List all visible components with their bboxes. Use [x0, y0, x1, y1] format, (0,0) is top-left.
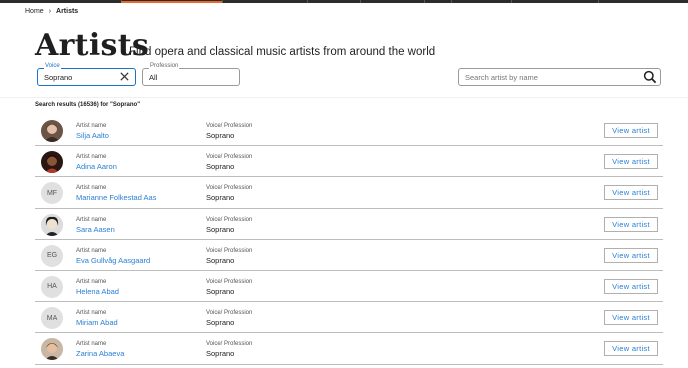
- profession-filter-field[interactable]: Profession All: [142, 63, 240, 86]
- nav-active-indicator: [121, 1, 222, 3]
- nav-separator: [360, 0, 361, 3]
- avatar: [41, 120, 63, 142]
- voice-profession-value: Soprano: [206, 162, 235, 172]
- list-item: MA Artist name Miriam Abad Voice/ Professio…: [35, 302, 663, 334]
- voice-profession-value: Soprano: [206, 224, 235, 234]
- page-subtitle: Find opera and classical music artists f…: [129, 46, 436, 58]
- search-icon[interactable]: [643, 70, 657, 84]
- view-artist-button[interactable]: View artist: [604, 123, 658, 138]
- voice-filter-field[interactable]: Voice Soprano: [37, 63, 136, 86]
- nav-separator: [424, 0, 425, 3]
- artist-name-link[interactable]: Miriam Abad: [76, 318, 118, 327]
- artist-search-field[interactable]: [458, 68, 661, 86]
- avatar: EG: [41, 244, 63, 267]
- voice-profession-value: Soprano: [206, 286, 235, 296]
- breadcrumb: Home › Artists: [25, 8, 78, 15]
- voice-profession-value: Soprano: [206, 318, 235, 328]
- nav-separator: [598, 0, 599, 3]
- list-item: Artist name Silja Aalto Voice/ Profession S…: [35, 115, 663, 147]
- artist-name-link[interactable]: Adina Aaron: [76, 162, 117, 171]
- artist-name-link[interactable]: Zarina Abaeva: [76, 349, 124, 358]
- list-item: MF Artist name Marianne Folkestad Aas Voice…: [35, 177, 663, 209]
- voice-profession-value: Soprano: [206, 255, 235, 265]
- artist-name-link[interactable]: Marianne Folkestad Aas: [76, 193, 156, 202]
- voice-profession-value: Soprano: [206, 349, 235, 359]
- voice-profession-label: Voice/ Profession: [206, 341, 253, 348]
- artist-name-link[interactable]: Helena Abad: [76, 287, 119, 296]
- voice-filter-label: Voice: [44, 63, 61, 69]
- view-artist-button[interactable]: View artist: [604, 185, 658, 201]
- avatar: [41, 338, 63, 361]
- nav-separator: [511, 0, 512, 3]
- results-list: Artist name Silja Aalto Voice/ Profession S…: [35, 115, 663, 365]
- view-artist-button[interactable]: View artist: [604, 310, 658, 326]
- artist-name-label: Artist name: [76, 154, 107, 161]
- chevron-right-icon: ›: [48, 8, 52, 15]
- avatar: HA: [41, 275, 63, 298]
- artist-name-label: Artist name: [76, 247, 107, 254]
- voice-profession-label: Voice/ Profession: [206, 154, 253, 161]
- close-icon[interactable]: [119, 71, 130, 82]
- view-artist-button[interactable]: View artist: [604, 278, 658, 294]
- avatar: [41, 213, 63, 236]
- breadcrumb-home-link[interactable]: Home: [25, 8, 44, 15]
- results-summary: Search results (16536) for "Soprano": [35, 102, 141, 108]
- voice-profession-label: Voice/ Profession: [206, 123, 253, 129]
- voice-filter-value[interactable]: Soprano: [44, 73, 72, 82]
- nav-separator: [307, 0, 308, 3]
- avatar: [41, 151, 63, 174]
- artist-search-input[interactable]: [465, 71, 635, 84]
- view-artist-button[interactable]: View artist: [604, 154, 658, 170]
- avatar: MA: [41, 307, 63, 330]
- artist-name-label: Artist name: [76, 185, 107, 192]
- avatar: MF: [41, 182, 63, 205]
- artist-name-link[interactable]: Silja Aalto: [76, 131, 109, 140]
- list-item: Artist name Zarina Abaeva Voice/ Professio…: [35, 333, 663, 365]
- voice-profession-label: Voice/ Profession: [206, 310, 253, 317]
- nav-separator: [451, 0, 452, 3]
- voice-profession-label: Voice/ Profession: [206, 247, 253, 254]
- artist-name-label: Artist name: [76, 310, 107, 317]
- voice-profession-value: Soprano: [206, 131, 235, 140]
- voice-profession-label: Voice/ Profession: [206, 216, 253, 223]
- breadcrumb-current: Artists: [56, 8, 79, 15]
- list-item: EG Artist name Eva Gullvåg Aasgaard Voice/ …: [35, 240, 663, 271]
- voice-profession-label: Voice/ Profession: [206, 278, 253, 285]
- voice-profession-value: Soprano: [206, 193, 235, 203]
- voice-profession-label: Voice/ Profession: [206, 185, 253, 192]
- artist-name-link[interactable]: Eva Gullvåg Aasgaard: [76, 256, 150, 265]
- list-item: HA Artist name Helena Abad Voice/ Professio…: [35, 271, 663, 303]
- view-artist-button[interactable]: View artist: [604, 247, 658, 263]
- list-item: Artist name Sara Aasen Voice/ Profession So…: [35, 209, 663, 240]
- artist-name-label: Artist name: [76, 123, 107, 129]
- header-divider: [0, 97, 688, 98]
- profession-filter-value[interactable]: All: [149, 73, 157, 82]
- artist-name-link[interactable]: Sara Aasen: [76, 225, 115, 234]
- profession-filter-label: Profession: [149, 63, 180, 69]
- nav-separator: [222, 0, 223, 3]
- view-artist-button[interactable]: View artist: [604, 341, 658, 357]
- top-nav-bar: [0, 0, 688, 3]
- artist-name-label: Artist name: [76, 341, 107, 348]
- artist-name-label: Artist name: [76, 216, 107, 223]
- artist-name-label: Artist name: [76, 278, 107, 285]
- list-item: Artist name Adina Aaron Voice/ Profession S…: [35, 146, 663, 178]
- view-artist-button[interactable]: View artist: [604, 216, 658, 232]
